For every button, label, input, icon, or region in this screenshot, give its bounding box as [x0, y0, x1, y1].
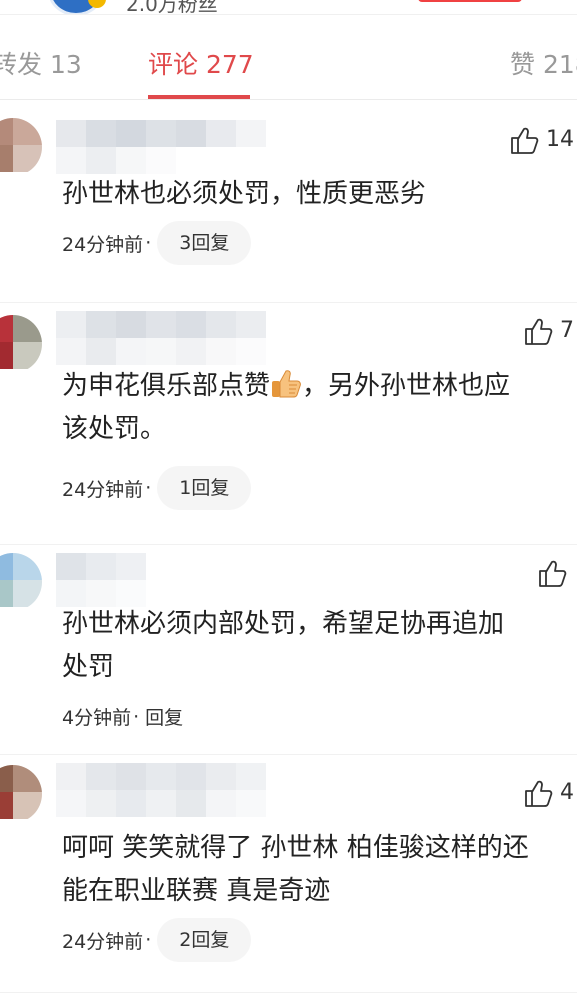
- tab-comments[interactable]: 评论 277: [148, 45, 254, 81]
- comment-item: 14 孙世林也必须处罚，性质更恶劣 24分钟前 · 3回复: [0, 100, 577, 300]
- reply-button[interactable]: 回复: [145, 703, 183, 730]
- commenter-avatar[interactable]: [0, 553, 42, 611]
- commenter-name-blurred[interactable]: [56, 120, 266, 174]
- author-header: 2.0万粉丝: [0, 0, 577, 14]
- comment-text: 孙世林也必须处罚，性质更恶劣: [62, 179, 427, 209]
- comment-text: 呵呵 笑笑就得了 孙世林 柏佳骏这样的还 能在职业联赛 真是奇迹: [62, 833, 529, 906]
- like-count: 14: [546, 127, 574, 152]
- comment-meta: 4分钟前 · 回复: [62, 703, 183, 730]
- commenter-name-blurred[interactable]: [56, 311, 266, 365]
- thumbs-up-icon: [539, 560, 567, 587]
- comment-item: 7 为申花俱乐部点赞 ，另外孙世林也应 该处罚。 24分钟前 · 1回复: [0, 303, 577, 543]
- like-count: 7: [560, 318, 574, 343]
- thumbs-up-emoji-icon: [272, 370, 301, 398]
- fans-count: 2.0万粉丝: [126, 0, 218, 14]
- comment-item: 4 呵呵 笑笑就得了 孙世林 柏佳骏这样的还 能在职业联赛 真是奇迹 24分钟前…: [0, 755, 577, 1001]
- divider: [0, 992, 577, 993]
- commenter-avatar[interactable]: [0, 765, 42, 823]
- comment-text: 孙世林必须内部处罚，希望足协再追加 处罚: [62, 609, 505, 682]
- comment-meta: 24分钟前 · 1回复: [62, 466, 252, 510]
- tab-bar: 转发 13 评论 277 赞 218: [0, 15, 577, 100]
- like-count: 4: [560, 780, 574, 805]
- follow-button[interactable]: [418, 0, 522, 2]
- commenter-avatar[interactable]: [0, 315, 42, 373]
- comment-time: 24分钟前: [62, 478, 144, 501]
- like-button[interactable]: [538, 558, 574, 588]
- reply-button[interactable]: 1回复: [157, 466, 252, 510]
- commenter-avatar[interactable]: [0, 118, 42, 176]
- comment-meta: 24分钟前 · 2回复: [62, 918, 252, 962]
- like-button[interactable]: 7: [524, 316, 574, 346]
- commenter-name-blurred[interactable]: [56, 763, 266, 817]
- reply-button[interactable]: 2回复: [157, 918, 252, 962]
- thumbs-up-icon: [525, 780, 553, 807]
- comment-time: 24分钟前: [62, 930, 144, 953]
- commenter-name-blurred[interactable]: [56, 553, 146, 607]
- comment-time: 24分钟前: [62, 233, 144, 256]
- comment-time: 4分钟前: [62, 707, 132, 729]
- comment-text: 为申花俱乐部点赞 ，另外孙世林也应 该处罚。: [62, 365, 577, 451]
- comment-item: 孙世林必须内部处罚，希望足协再追加 处罚 4分钟前 · 回复: [0, 545, 577, 755]
- like-button[interactable]: 4: [524, 778, 574, 808]
- like-button[interactable]: 14: [510, 125, 574, 155]
- thumbs-up-icon: [525, 318, 553, 345]
- comment-meta: 24分钟前 · 3回复: [62, 221, 252, 265]
- tab-reposts[interactable]: 转发 13: [0, 45, 82, 81]
- reply-button[interactable]: 3回复: [157, 221, 252, 265]
- thumbs-up-icon: [511, 127, 539, 154]
- tab-likes[interactable]: 赞 218: [510, 45, 577, 81]
